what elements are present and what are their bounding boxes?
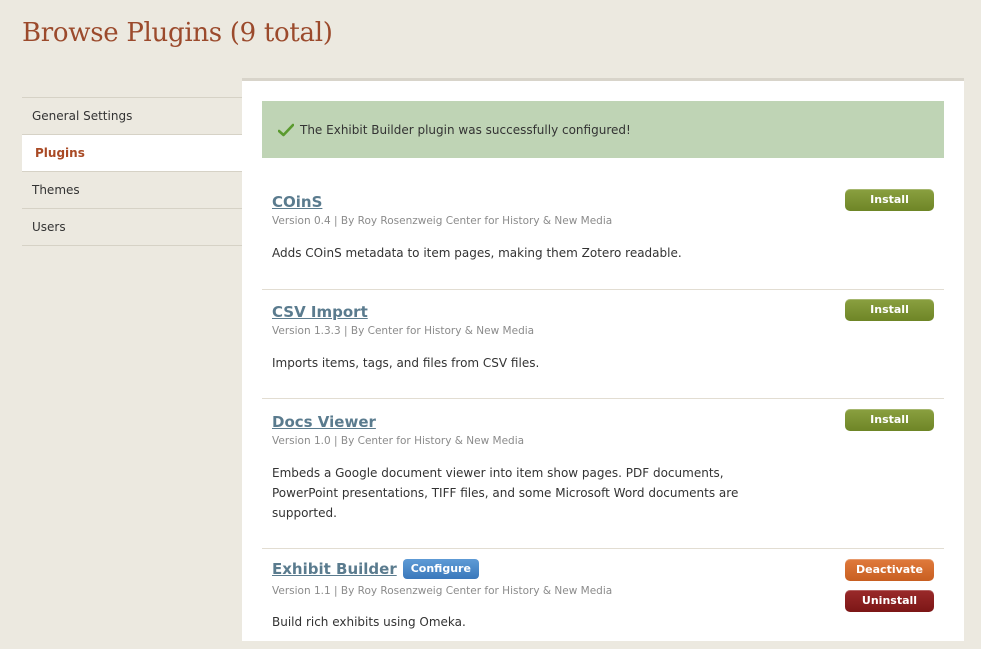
plugin-meta: Version 0.4 | By Roy Rosenzweig Center f… [272,215,613,227]
plugin-meta: Version 1.3.3 | By Center for History & … [272,325,535,337]
flash-message-text: The Exhibit Builder plugin was successfu… [300,122,631,137]
plugin-description: Embeds a Google document viewer into ite… [272,463,812,523]
main-content: The Exhibit Builder plugin was successfu… [242,78,964,641]
uninstall-button[interactable]: Uninstall [845,590,934,612]
install-button[interactable]: Install [845,409,934,431]
sidebar-item-themes[interactable]: Themes [22,171,242,208]
plugin-description: Adds COinS metadata to item pages, makin… [272,246,682,260]
plugin-meta: Version 1.1 | By Roy Rosenzweig Center f… [272,585,613,597]
description-line: supported. [272,506,337,520]
plugin-name-link[interactable]: CSV Import [272,303,368,321]
plugin-item-exhibit-builder: Exhibit Builder Configure Version 1.1 | … [262,559,944,649]
plugin-item-csv-import: CSV Import Version 1.3.3 | By Center for… [262,299,944,399]
sidebar-item-plugins[interactable]: Plugins [22,134,244,171]
success-flash-message: The Exhibit Builder plugin was successfu… [262,101,944,158]
description-line: PowerPoint presentations, TIFF files, an… [272,486,739,500]
plugin-description: Imports items, tags, and files from CSV … [272,356,540,370]
sidebar-item-users[interactable]: Users [22,208,242,246]
install-button[interactable]: Install [845,299,934,321]
plugin-name-link[interactable]: Docs Viewer [272,413,376,431]
plugin-item-docs-viewer: Docs Viewer Version 1.0 | By Center for … [262,409,944,549]
page-title: Browse Plugins (9 total) [22,18,333,48]
deactivate-button[interactable]: Deactivate [845,559,934,581]
install-button[interactable]: Install [845,189,934,211]
sidebar-item-general-settings[interactable]: General Settings [22,97,242,134]
plugin-description: Build rich exhibits using Omeka. [272,615,466,629]
description-line: Embeds a Google document viewer into ite… [272,466,724,480]
plugin-item-coins: COinS Version 0.4 | By Roy Rosenzweig Ce… [262,189,944,290]
sidebar: General Settings Plugins Themes Users [22,97,244,246]
checkmark-icon [278,123,294,137]
plugin-name-link[interactable]: COinS [272,193,322,211]
configure-button[interactable]: Configure [402,559,479,579]
plugin-meta: Version 1.0 | By Center for History & Ne… [272,435,525,447]
plugin-name-link[interactable]: Exhibit Builder [272,560,397,578]
